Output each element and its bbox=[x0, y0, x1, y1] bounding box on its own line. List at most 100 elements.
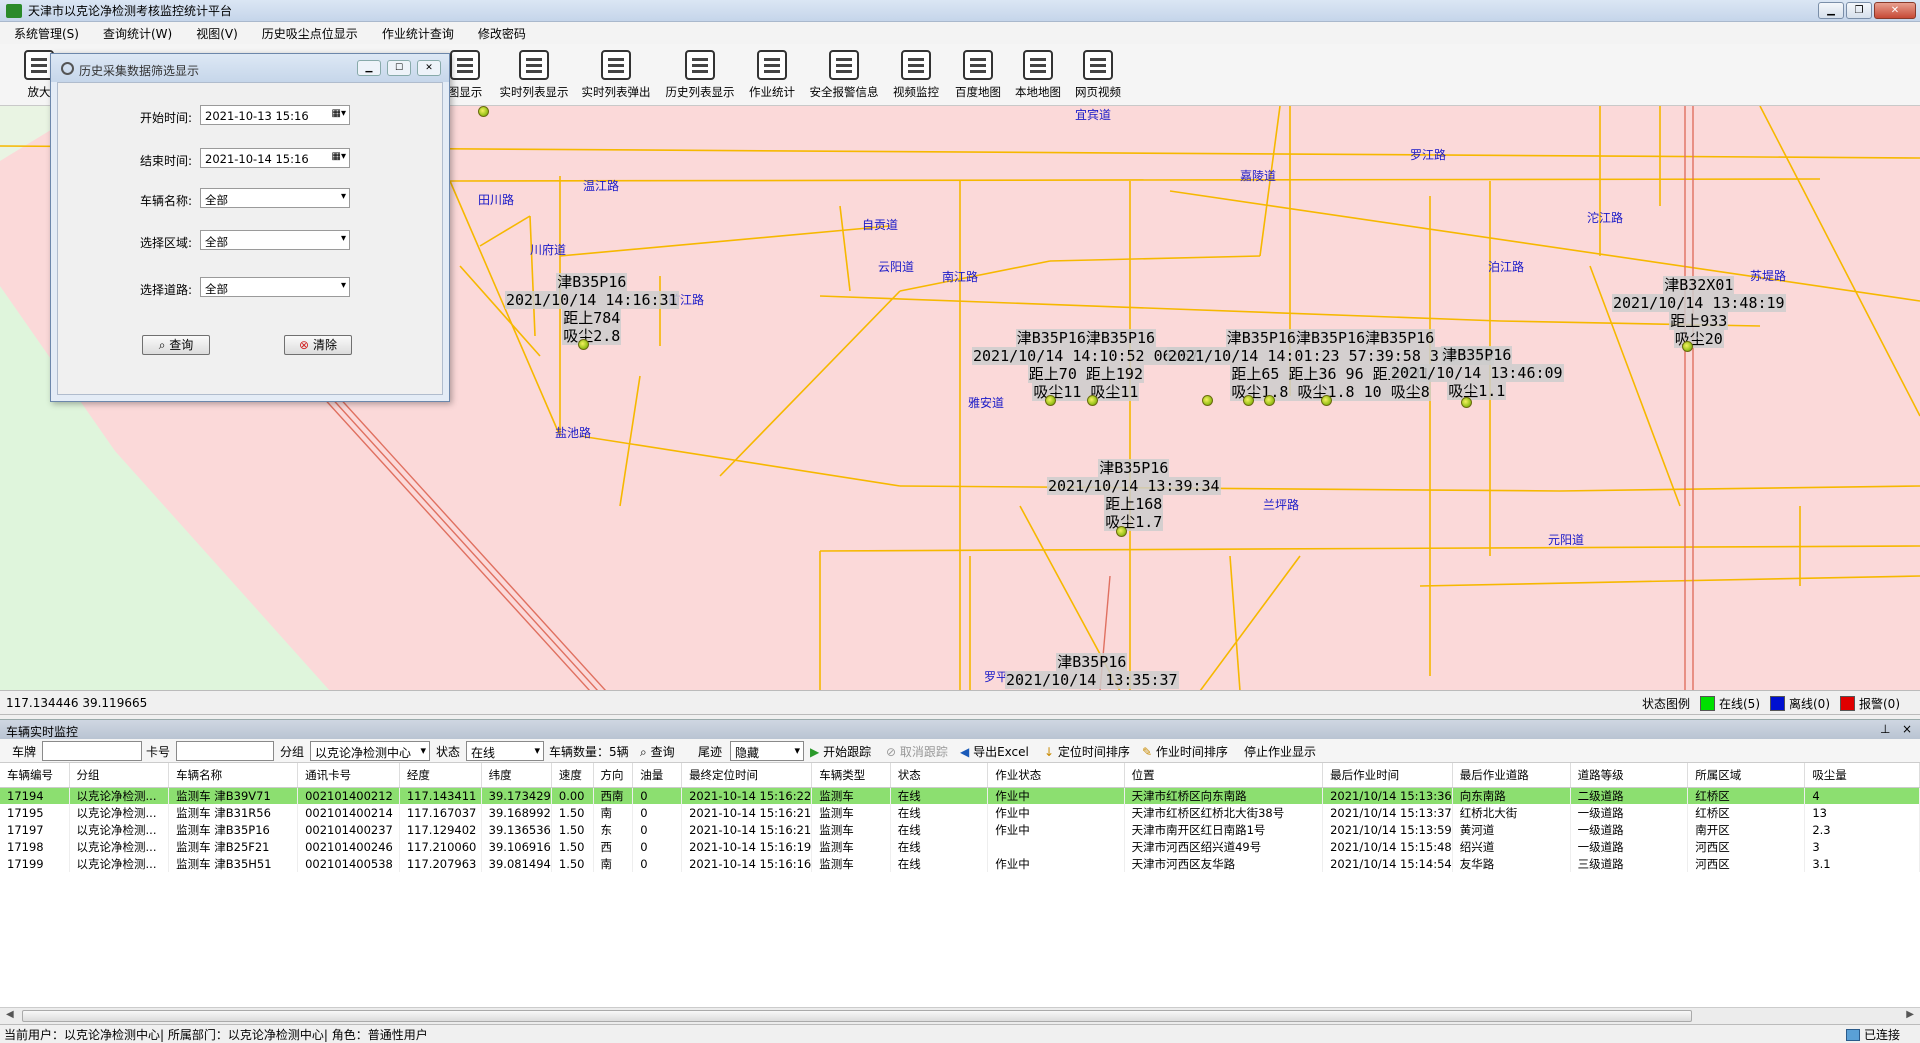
trail-select[interactable]: 隐藏 bbox=[730, 741, 804, 761]
vehicle-marker[interactable] bbox=[578, 339, 589, 350]
menu-query-stats[interactable]: 查询统计(W) bbox=[89, 25, 182, 42]
safety-alarm-tool[interactable]: 安全报警信息 bbox=[806, 50, 882, 106]
end-time-picker[interactable]: 2021-10-14 15:16 ▦▾ bbox=[200, 148, 350, 168]
cancel-track-button[interactable]: ⊘ 取消跟踪 bbox=[886, 743, 948, 760]
column-header[interactable]: 方向 bbox=[593, 763, 634, 788]
table-row[interactable]: 17197 以克论净检测... 监测车 津B35P16 002101400237 117… bbox=[0, 821, 1920, 838]
menu-system[interactable]: 系统管理(S) bbox=[0, 25, 89, 42]
export-icon: ◀ bbox=[960, 745, 970, 759]
column-header[interactable]: 最终定位时间 bbox=[681, 763, 813, 788]
start-track-button[interactable]: ▶ 开始跟踪 bbox=[810, 743, 871, 760]
column-header[interactable]: 油量 bbox=[632, 763, 683, 788]
web-video-label: 网页视频 bbox=[1075, 85, 1121, 99]
close-button[interactable]: ✕ bbox=[1874, 2, 1916, 19]
table-row[interactable]: 17199 以克论净检测... 监测车 津B35H51 002101400538 117… bbox=[0, 855, 1920, 872]
column-header[interactable]: 速度 bbox=[551, 763, 594, 788]
table-row[interactable]: 17194 以克论净检测... 监测车 津B39V71 002101400212 117… bbox=[0, 787, 1920, 804]
vehicle-marker[interactable] bbox=[1321, 395, 1332, 406]
sort-work-time-button[interactable]: ✎ 作业时间排序 bbox=[1142, 743, 1228, 760]
history-list-tool[interactable]: 历史列表显示 bbox=[662, 50, 738, 106]
column-header[interactable]: 分组 bbox=[69, 763, 170, 788]
status-select[interactable]: 在线 bbox=[466, 741, 544, 761]
column-header[interactable]: 经度 bbox=[399, 763, 482, 788]
column-header[interactable]: 道路等级 bbox=[1570, 763, 1689, 788]
table-row[interactable]: 17195 以克论净检测... 监测车 津B31R56 002101400214 117… bbox=[0, 804, 1920, 821]
card-input[interactable] bbox=[176, 741, 274, 761]
menu-change-password[interactable]: 修改密码 bbox=[464, 25, 536, 42]
vehicle-label[interactable]: 津B35P16津B35P16 2021/10/14 14:10:52 06:57 距… bbox=[972, 329, 1200, 401]
baidu-map-tool[interactable]: 百度地图 bbox=[950, 50, 1006, 106]
group-select[interactable]: 以克论净检测中心 bbox=[310, 741, 430, 761]
column-header[interactable]: 状态 bbox=[890, 763, 989, 788]
export-excel-button[interactable]: ◀ 导出Excel bbox=[960, 743, 1029, 760]
column-header[interactable]: 吸尘量 bbox=[1804, 763, 1920, 788]
cursor-coordinates: 117.134446 39.119665 bbox=[6, 696, 148, 710]
vehicle-name-select[interactable]: 全部 ▾ bbox=[200, 188, 350, 208]
vehicle-marker[interactable] bbox=[1087, 395, 1098, 406]
menu-work-stats[interactable]: 作业统计查询 bbox=[368, 25, 464, 42]
column-header[interactable]: 车辆类型 bbox=[811, 763, 891, 788]
panel-close-icon[interactable]: × bbox=[1902, 722, 1912, 736]
dialog-query-button[interactable]: ⌕ 查询 bbox=[142, 335, 210, 355]
scroll-thumb[interactable] bbox=[22, 1010, 1692, 1022]
dialog-minimize-button[interactable]: ▁ bbox=[357, 60, 381, 76]
column-header[interactable]: 纬度 bbox=[481, 763, 552, 788]
vehicle-marker[interactable] bbox=[1264, 395, 1275, 406]
clear-icon: ⊗ bbox=[299, 338, 310, 352]
column-header[interactable]: 最后作业时间 bbox=[1322, 763, 1453, 788]
vehicle-marker[interactable] bbox=[1243, 395, 1254, 406]
restore-button[interactable]: ❐ bbox=[1846, 2, 1872, 19]
minimize-button[interactable]: ▁ bbox=[1818, 2, 1844, 19]
vehicle-marker[interactable] bbox=[478, 106, 489, 117]
vehicle-marker[interactable] bbox=[1461, 397, 1472, 408]
scroll-left-icon[interactable]: ◀ bbox=[6, 1009, 14, 1020]
road-select[interactable]: 全部 ▾ bbox=[200, 277, 350, 297]
table-cell: 监测车 bbox=[811, 821, 891, 838]
vehicle-label[interactable]: 津B35P16 2021/10/14 13:35:37 bbox=[1005, 653, 1179, 689]
local-map-tool[interactable]: 本地地图 bbox=[1010, 50, 1066, 106]
column-header[interactable]: 位置 bbox=[1124, 763, 1324, 788]
vehicle-label[interactable]: 津B35P16 2021/10/14 14:16:31 距上784 吸尘2.8 bbox=[505, 273, 679, 345]
dialog-maximize-button[interactable]: ☐ bbox=[387, 60, 411, 76]
stop-work-display-button[interactable]: 停止作业显示 bbox=[1244, 743, 1316, 760]
column-header[interactable]: 车辆名称 bbox=[168, 763, 299, 788]
column-header[interactable]: 作业状态 bbox=[987, 763, 1125, 788]
table-row[interactable]: 17198 以克论净检测... 监测车 津B25F21 002101400246 117… bbox=[0, 838, 1920, 855]
menu-view[interactable]: 视图(V) bbox=[182, 25, 248, 42]
column-header[interactable]: 车辆编号 bbox=[0, 763, 70, 788]
menu-history-points[interactable]: 历史吸尘点位显示 bbox=[248, 25, 368, 42]
start-time-picker[interactable]: 2021-10-13 15:16 ▦▾ bbox=[200, 105, 350, 125]
realtime-popup-tool[interactable]: 实时列表弹出 bbox=[578, 50, 654, 106]
realtime-list-tool[interactable]: 实时列表显示 bbox=[496, 50, 572, 106]
web-video-tool[interactable]: 网页视频 bbox=[1070, 50, 1126, 106]
plate-input[interactable] bbox=[42, 741, 142, 761]
horizontal-scrollbar[interactable]: ◀ ▶ bbox=[0, 1007, 1920, 1024]
query-button[interactable]: ⌕ 查询 bbox=[640, 743, 675, 760]
video-monitor-tool[interactable]: 视频监控 bbox=[888, 50, 944, 106]
panel-title: 车辆实时监控 bbox=[6, 725, 79, 739]
vehicle-marker[interactable] bbox=[1045, 395, 1056, 406]
vehicle-marker[interactable] bbox=[1202, 395, 1213, 406]
table-cell: 3.1 bbox=[1804, 855, 1920, 872]
scroll-right-icon[interactable]: ▶ bbox=[1906, 1009, 1914, 1020]
play-icon: ▶ bbox=[810, 745, 820, 759]
area-select[interactable]: 全部 ▾ bbox=[200, 230, 350, 250]
pin-icon[interactable]: ⊥ bbox=[1880, 722, 1890, 736]
vehicle-label[interactable]: 津B32X01 2021/10/14 13:48:19 距上933 吸尘20 bbox=[1612, 276, 1786, 348]
road-label: 南江路 bbox=[942, 270, 979, 284]
column-header[interactable]: 所属区域 bbox=[1687, 763, 1806, 788]
vehicle-label[interactable]: 津B35P16 2021/10/14 13:39:34 距上168 吸尘1.7 bbox=[1047, 459, 1221, 531]
vehicle-marker[interactable] bbox=[1116, 526, 1127, 537]
vehicle-label[interactable]: 津B35P16 2021/10/14 13:46:09 吸尘1.1 bbox=[1390, 346, 1564, 400]
table-cell: 17197 bbox=[0, 821, 70, 838]
work-stats-tool[interactable]: 作业统计 bbox=[744, 50, 800, 106]
column-header[interactable]: 最后作业道路 bbox=[1452, 763, 1571, 788]
sort-location-time-button[interactable]: ↓ 定位时间排序 bbox=[1044, 743, 1130, 760]
dialog-clear-button[interactable]: ⊗ 清除 bbox=[284, 335, 352, 355]
dialog-close-button[interactable]: ✕ bbox=[417, 60, 441, 76]
dialog-title-bar[interactable]: 历史采集数据筛选显示 ▁ ☐ ✕ bbox=[51, 54, 449, 82]
group-label: 分组 bbox=[280, 745, 305, 759]
column-header[interactable]: 通讯卡号 bbox=[297, 763, 400, 788]
table-cell: 0 bbox=[632, 787, 683, 804]
vehicle-marker[interactable] bbox=[1682, 341, 1693, 352]
